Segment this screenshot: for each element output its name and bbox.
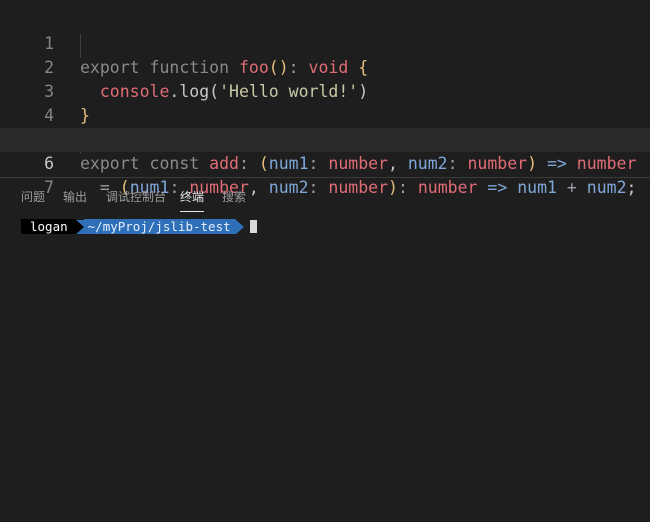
terminal-cursor xyxy=(249,220,257,233)
panel-tab-bar: 问题 输出 调试控制台 终端 搜索 xyxy=(0,178,650,214)
tab-terminal[interactable]: 终端 xyxy=(180,188,205,212)
tab-search[interactable]: 搜索 xyxy=(222,188,246,205)
editor-line[interactable]: 1 export function foo(): void { xyxy=(0,8,650,77)
terminal-prompt: logan ~/myProj/jslib-test xyxy=(21,219,257,234)
editor-line[interactable]: 5 export const add: (num1: number, num2:… xyxy=(0,104,650,173)
tab-output[interactable]: 输出 xyxy=(63,188,87,205)
prompt-user: logan xyxy=(21,219,76,234)
prompt-separator-icon xyxy=(75,219,84,234)
editor-line[interactable]: 2 console.log('Hello world!') xyxy=(0,32,650,101)
terminal-panel[interactable]: logan ~/myProj/jslib-test xyxy=(0,214,650,522)
editor-line[interactable]: 7 xyxy=(0,152,650,197)
editor-line[interactable]: 3 } xyxy=(0,56,650,125)
code-editor[interactable]: 1 export function foo(): void { 2 consol… xyxy=(0,0,650,197)
editor-line-active[interactable]: 6 = (num1: number, num2: number): number… xyxy=(0,128,650,197)
prompt-end-arrow-icon xyxy=(235,219,244,234)
tab-debug-console[interactable]: 调试控制台 xyxy=(106,188,166,205)
editor-line[interactable]: 4 xyxy=(0,80,650,125)
tab-problems[interactable]: 问题 xyxy=(21,188,45,205)
prompt-path: ~/myProj/jslib-test xyxy=(83,219,236,234)
